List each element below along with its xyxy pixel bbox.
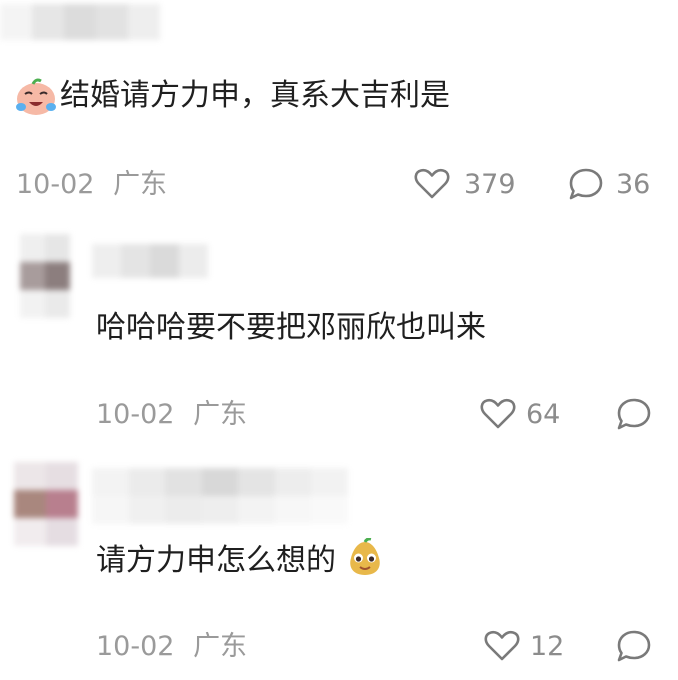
comment-text: 请方力申怎么想的 [96, 543, 336, 578]
heart-outline-icon [484, 630, 520, 662]
like-button[interactable]: 12 [482, 626, 572, 666]
comment-text: 结婚请方力申，真系大吉利是 [60, 78, 450, 113]
like-count: 379 [464, 169, 516, 200]
avatar[interactable] [20, 234, 70, 318]
username-blurred[interactable] [92, 244, 208, 278]
comment-date: 10-02 [16, 169, 95, 200]
speech-bubble-icon [568, 167, 604, 201]
like-count: 64 [526, 399, 561, 430]
reply-button[interactable] [614, 396, 656, 436]
avatar[interactable] [14, 462, 78, 546]
comment-meta: 10-02 广东 [96, 398, 247, 432]
username-blurred[interactable] [92, 468, 348, 524]
comment-meta: 10-02 广东 [96, 630, 247, 664]
comment-text: 哈哈哈要不要把邓丽欣也叫来 [96, 310, 486, 345]
peeking-pear-emoji-icon [345, 538, 385, 578]
comment-location: 广东 [193, 631, 248, 662]
comment-location: 广东 [193, 399, 248, 430]
like-button[interactable]: 379 [412, 164, 522, 204]
reply-button[interactable]: 36 [566, 164, 666, 204]
like-button[interactable]: 64 [478, 394, 574, 434]
comment-location: 广东 [113, 169, 168, 200]
comment-meta: 10-02 广东 [16, 168, 167, 202]
reply-count: 36 [616, 169, 651, 200]
username-blurred[interactable] [0, 4, 160, 40]
comment-date: 10-02 [96, 399, 175, 430]
reply-button[interactable] [614, 628, 656, 668]
comment-date: 10-02 [96, 631, 175, 662]
crying-laughing-emoji-icon [16, 78, 56, 116]
heart-outline-icon [414, 168, 450, 200]
like-count: 12 [530, 631, 565, 662]
comment-row: 请方力申怎么想的 [96, 538, 385, 581]
speech-bubble-icon [616, 629, 652, 663]
heart-outline-icon [480, 398, 516, 430]
speech-bubble-icon [616, 397, 652, 431]
